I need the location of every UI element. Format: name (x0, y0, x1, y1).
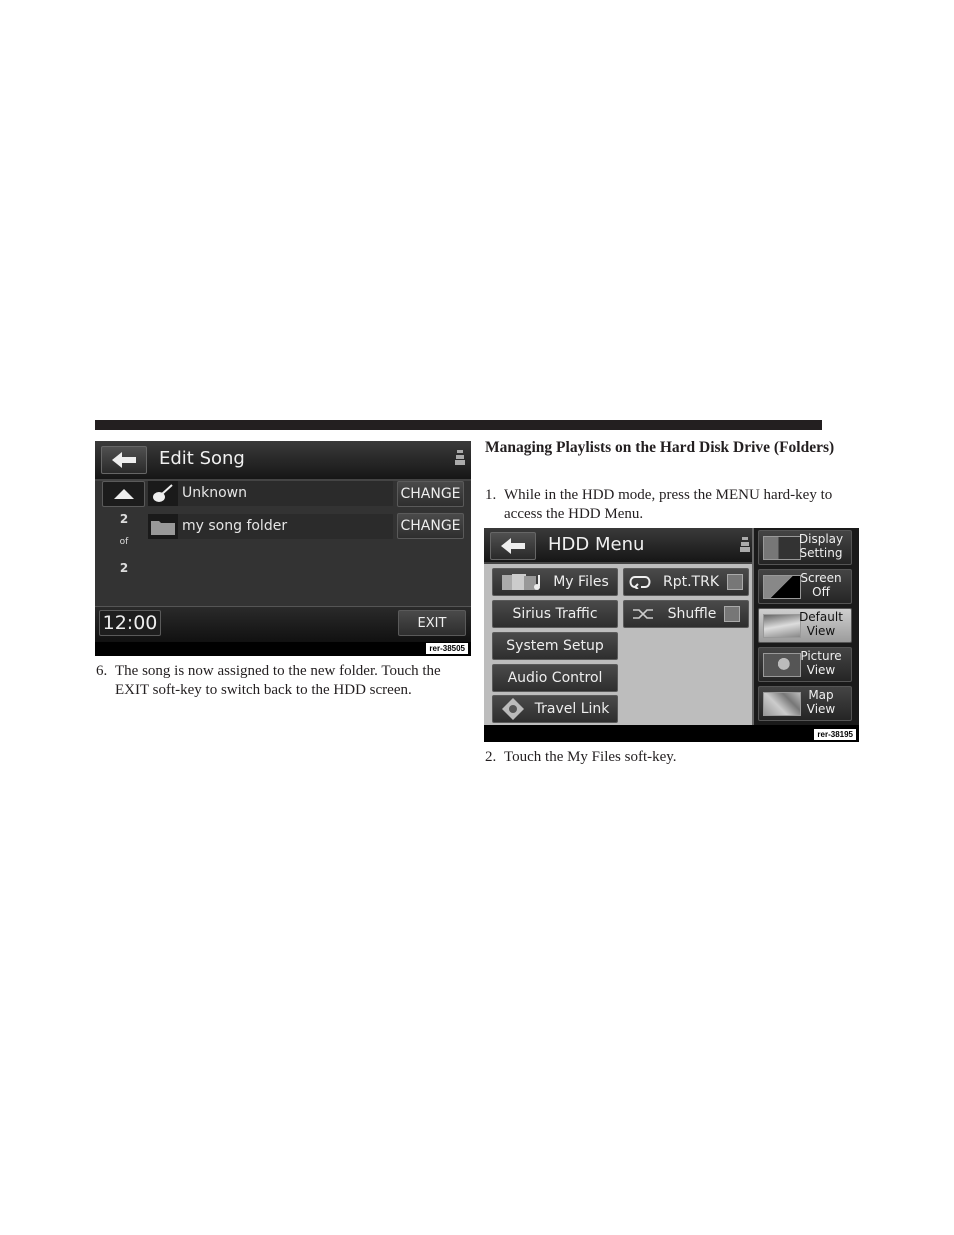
song-name-label: Unknown (182, 485, 247, 501)
shuffle-checkbox[interactable] (724, 606, 741, 622)
title-bar: Edit Song (95, 441, 471, 481)
title-bar: HDD Menu (484, 528, 754, 564)
repeat-icon (629, 576, 651, 589)
figure-caption: rer-38195 (814, 729, 856, 740)
hdd-menu-screenshot: HDD Menu My Files Sirius Traffic System … (484, 528, 859, 742)
page-current: 2 (119, 512, 129, 526)
section-divider-bar (95, 420, 822, 430)
sirius-traffic-button[interactable]: Sirius Traffic (492, 600, 618, 628)
folder-icon (148, 514, 178, 539)
list-item-folder[interactable]: my song folder (148, 514, 393, 539)
edit-song-screenshot: Edit Song Unknown CHANGE my song folder … (95, 441, 471, 656)
repeat-checkbox[interactable] (727, 574, 743, 590)
seat-icon (455, 450, 465, 465)
media-files-icon (502, 574, 541, 590)
screen-title: Edit Song (159, 448, 245, 469)
up-triangle-icon (113, 489, 134, 499)
back-button[interactable] (101, 446, 147, 474)
step-2: 2. Touch the My Files soft-key. (485, 749, 677, 765)
exit-button[interactable]: EXIT (398, 610, 466, 636)
scroll-up-button[interactable] (102, 481, 145, 507)
change-folder-button[interactable]: CHANGE (397, 513, 464, 539)
folder-name-label: my song folder (182, 518, 288, 534)
page-total: 2 (119, 561, 129, 575)
section-heading: Managing Playlists on the Hard Disk Driv… (485, 439, 835, 456)
screen-title: HDD Menu (548, 534, 645, 555)
seat-icon (740, 537, 750, 552)
change-song-button[interactable]: CHANGE (397, 481, 464, 507)
default-view-button[interactable]: Default View (758, 608, 852, 643)
system-setup-button[interactable]: System Setup (492, 632, 618, 660)
travel-link-button[interactable]: Travel Link (492, 695, 618, 723)
picture-view-button[interactable]: Picture View (758, 647, 852, 682)
screen-off-button[interactable]: Screen Off (758, 569, 852, 604)
left-arrow-icon (501, 538, 525, 554)
list-item-song-name[interactable]: Unknown (148, 481, 393, 506)
guitar-icon (148, 481, 178, 506)
back-button[interactable] (490, 532, 536, 560)
page-of-label: of (119, 537, 129, 547)
figure-caption: rer-38505 (426, 643, 468, 654)
travel-link-icon (501, 698, 524, 720)
step-1: 1. While in the HDD mode, press the MENU… (485, 487, 833, 522)
shuffle-icon (632, 609, 653, 619)
step-6: 6. The song is now assigned to the new f… (96, 663, 441, 698)
view-side-panel: Display Setting Screen Off Default View Pic… (752, 528, 859, 725)
clock-display: 12:00 (99, 610, 161, 636)
repeat-track-toggle[interactable]: Rpt.TRK (623, 568, 749, 596)
display-setting-button[interactable]: Display Setting (758, 530, 852, 565)
map-view-button[interactable]: Map View (758, 686, 852, 721)
left-arrow-icon (112, 452, 136, 468)
shuffle-toggle[interactable]: Shuffle (623, 600, 749, 628)
my-files-button[interactable]: My Files (492, 568, 618, 596)
audio-control-button[interactable]: Audio Control (492, 664, 618, 692)
